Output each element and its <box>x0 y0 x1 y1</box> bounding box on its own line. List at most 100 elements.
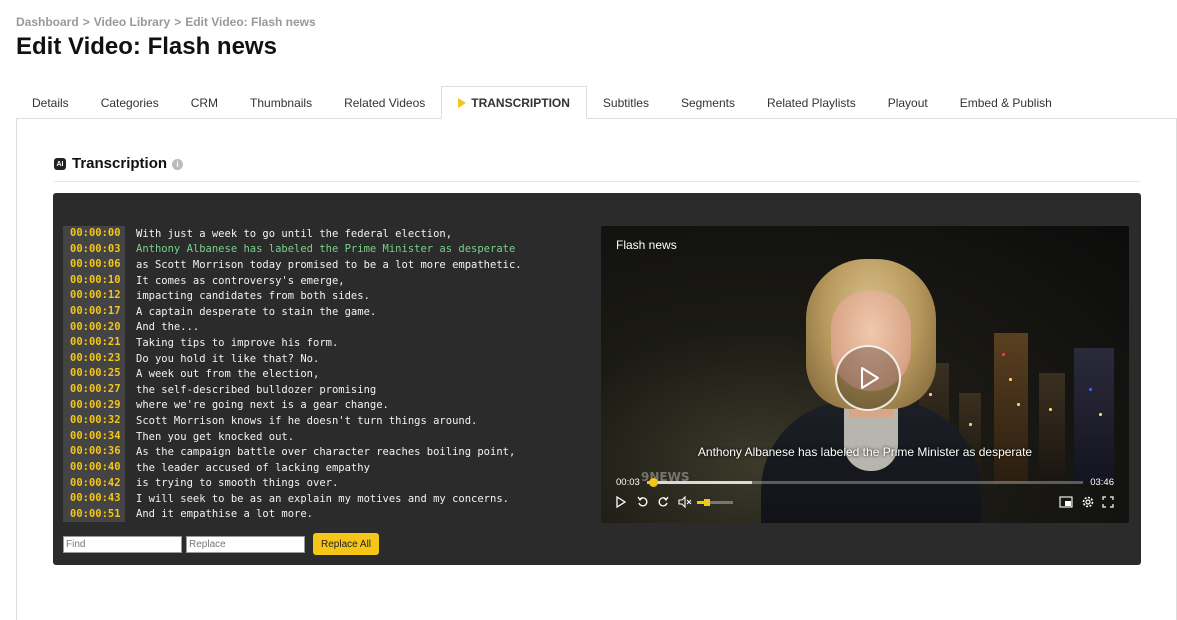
transcript-timestamp[interactable]: 00:00:40 <box>63 459 125 476</box>
transcript-text[interactable]: As the campaign battle over character re… <box>125 446 515 458</box>
find-input[interactable] <box>63 535 182 553</box>
transcript-text[interactable]: It comes as controversy's emerge, <box>125 275 345 287</box>
settings-icon[interactable] <box>1082 496 1094 511</box>
transcript-text[interactable]: the leader accused of lacking empathy <box>125 462 370 474</box>
transcript-row[interactable]: 00:00:20 And the... <box>63 319 533 336</box>
transcript-timestamp[interactable]: 00:00:03 <box>63 241 125 258</box>
transcript-timestamp[interactable]: 00:00:06 <box>63 257 125 273</box>
transcript-timestamp[interactable]: 00:00:25 <box>63 366 125 382</box>
breadcrumb-current: Edit Video: Flash news <box>185 15 316 29</box>
transcript-text[interactable]: Taking tips to improve his form. <box>125 337 338 349</box>
mute-icon[interactable] <box>678 495 692 511</box>
transcript-row[interactable]: 00:00:17 A captain desperate to stain the… <box>63 303 533 320</box>
breadcrumb: Dashboard > Video Library > Edit Video: … <box>16 15 316 29</box>
transcript-row[interactable]: 00:00:10 It comes as controversy's emerge… <box>63 272 533 289</box>
transcript-row[interactable]: 00:00:29 where we're going next is a gear… <box>63 397 533 414</box>
transcript-row[interactable]: 00:00:27 the self-described bulldozer pro… <box>63 381 533 398</box>
fullscreen-icon[interactable] <box>1102 496 1114 511</box>
transcript-timestamp[interactable]: 00:00:10 <box>63 272 125 289</box>
section-header: AI Transcription i <box>54 155 1140 182</box>
transcript-timestamp[interactable]: 00:00:20 <box>63 319 125 336</box>
transcript-row[interactable]: 00:00:34 Then you get knocked out. <box>63 428 533 445</box>
transcript-text[interactable]: where we're going next is a gear change. <box>125 399 389 411</box>
transcript-timestamp[interactable]: 00:00:27 <box>63 381 125 398</box>
rewind-icon[interactable] <box>637 496 649 511</box>
transcript-text[interactable]: is trying to smooth things over. <box>125 477 338 489</box>
transcript-timestamp[interactable]: 00:00:29 <box>63 397 125 414</box>
transcript-text[interactable]: as Scott Morrison today promised to be a… <box>125 259 522 271</box>
volume-handle[interactable] <box>704 499 711 506</box>
transcript-timestamp[interactable]: 00:00:43 <box>63 491 125 507</box>
tab-crm[interactable]: CRM <box>175 87 234 119</box>
transcript-text[interactable]: I will seek to be as an explain my motiv… <box>125 493 509 505</box>
transcript-row[interactable]: 00:00:51 And it empathise a lot more. <box>63 506 533 523</box>
transcript-row[interactable]: 00:00:32 Scott Morrison knows if he doesn… <box>63 413 533 429</box>
transcript-timestamp[interactable]: 00:00:36 <box>63 444 125 460</box>
transcript-row[interactable]: 00:00:06 as Scott Morrison today promised… <box>63 257 533 273</box>
transcript-text[interactable]: A week out from the election, <box>125 368 319 380</box>
transcript-text[interactable]: With just a week to go until the federal… <box>125 228 452 240</box>
transcript-row[interactable]: 00:00:43 I will seek to be as an explain … <box>63 491 533 507</box>
transcript-row[interactable]: 00:00:23 Do you hold it like that? No. <box>63 350 533 367</box>
transcript-text[interactable]: A captain desperate to stain the game. <box>125 306 376 318</box>
transcript-text[interactable]: And it empathise a lot more. <box>125 508 313 520</box>
transcript-timestamp[interactable]: 00:00:42 <box>63 475 125 492</box>
transcript-row[interactable]: 00:00:03 Anthony Albanese has labeled the… <box>63 241 533 258</box>
transcript-timestamp[interactable]: 00:00:21 <box>63 335 125 351</box>
tab-thumbnails[interactable]: Thumbnails <box>234 87 328 119</box>
tab-playout[interactable]: Playout <box>872 87 944 119</box>
transcript-text[interactable]: Then you get knocked out. <box>125 431 294 443</box>
transcript-row[interactable]: 00:00:42 is trying to smooth things over. <box>63 475 533 492</box>
transcript-timestamp[interactable]: 00:00:00 <box>63 226 125 242</box>
transcript-text[interactable]: Scott Morrison knows if he doesn't turn … <box>125 415 477 427</box>
section-title: Transcription <box>72 155 168 172</box>
tab-transcription-label: TRANSCRIPTION <box>471 95 570 110</box>
transcript-text[interactable]: the self-described bulldozer promising <box>125 384 376 396</box>
tab-subtitles[interactable]: Subtitles <box>587 87 665 119</box>
video-subtitle: Anthony Albanese has labeled the Prime M… <box>697 445 1033 459</box>
tab-segments[interactable]: Segments <box>665 87 751 119</box>
transcript-text[interactable]: Anthony Albanese has labeled the Prime M… <box>125 243 515 255</box>
transcript-timestamp[interactable]: 00:00:51 <box>63 506 125 523</box>
transcript-row[interactable]: 00:00:12 impacting candidates from both s… <box>63 288 533 304</box>
tab-related-videos[interactable]: Related Videos <box>328 87 441 119</box>
transcript-row[interactable]: 00:00:36 As the campaign battle over char… <box>63 444 533 460</box>
active-tab-arrow-icon <box>458 97 467 108</box>
transcript-row[interactable]: 00:00:25 A week out from the election, <box>63 366 533 382</box>
tab-details[interactable]: Details <box>16 87 85 119</box>
transcript-timestamp[interactable]: 00:00:34 <box>63 428 125 445</box>
breadcrumb-dashboard[interactable]: Dashboard <box>16 15 79 29</box>
transcript-timestamp[interactable]: 00:00:32 <box>63 413 125 429</box>
transcript-list: 00:00:00 With just a week to go until the… <box>63 226 533 523</box>
replace-all-button[interactable]: Replace All <box>313 533 380 555</box>
big-play-button[interactable] <box>835 345 901 411</box>
breadcrumb-video-library[interactable]: Video Library <box>94 15 170 29</box>
transcript-timestamp[interactable]: 00:00:12 <box>63 288 125 304</box>
volume-slider[interactable] <box>697 499 733 506</box>
tab-categories[interactable]: Categories <box>85 87 175 119</box>
video-progress-bar[interactable] <box>647 478 1083 487</box>
pip-icon[interactable] <box>1059 496 1073 511</box>
transcript-text[interactable]: Do you hold it like that? No. <box>125 353 319 365</box>
replace-input[interactable] <box>186 535 305 553</box>
transcript-row[interactable]: 00:00:21 Taking tips to improve his form. <box>63 335 533 351</box>
play-icon[interactable] <box>616 495 627 511</box>
transcription-editor: 00:00:00 With just a week to go until the… <box>53 193 1141 565</box>
breadcrumb-separator: > <box>82 15 90 29</box>
transcript-row[interactable]: 00:00:00 With just a week to go until the… <box>63 226 533 242</box>
forward-icon[interactable] <box>657 496 669 511</box>
progress-handle[interactable] <box>648 478 658 487</box>
transcript-row[interactable]: 00:00:40 the leader accused of lacking em… <box>63 459 533 476</box>
ai-icon: AI <box>54 158 66 170</box>
info-icon[interactable]: i <box>172 159 184 170</box>
transcript-timestamp[interactable]: 00:00:17 <box>63 303 125 320</box>
tab-related-playlists[interactable]: Related Playlists <box>751 87 872 119</box>
tab-embed-publish[interactable]: Embed & Publish <box>944 87 1068 119</box>
transcript-text[interactable]: impacting candidates from both sides. <box>125 290 370 302</box>
page-title: Edit Video: Flash news <box>16 33 277 60</box>
transcript-text[interactable]: And the... <box>125 321 199 333</box>
video-player[interactable]: Flash news Anthony Albanese has labeled … <box>601 226 1129 523</box>
tab-transcription[interactable]: TRANSCRIPTION <box>441 86 587 119</box>
transcript-timestamp[interactable]: 00:00:23 <box>63 350 125 367</box>
tab-panel: AI Transcription i 00:00:00 With just a w… <box>16 118 1177 620</box>
